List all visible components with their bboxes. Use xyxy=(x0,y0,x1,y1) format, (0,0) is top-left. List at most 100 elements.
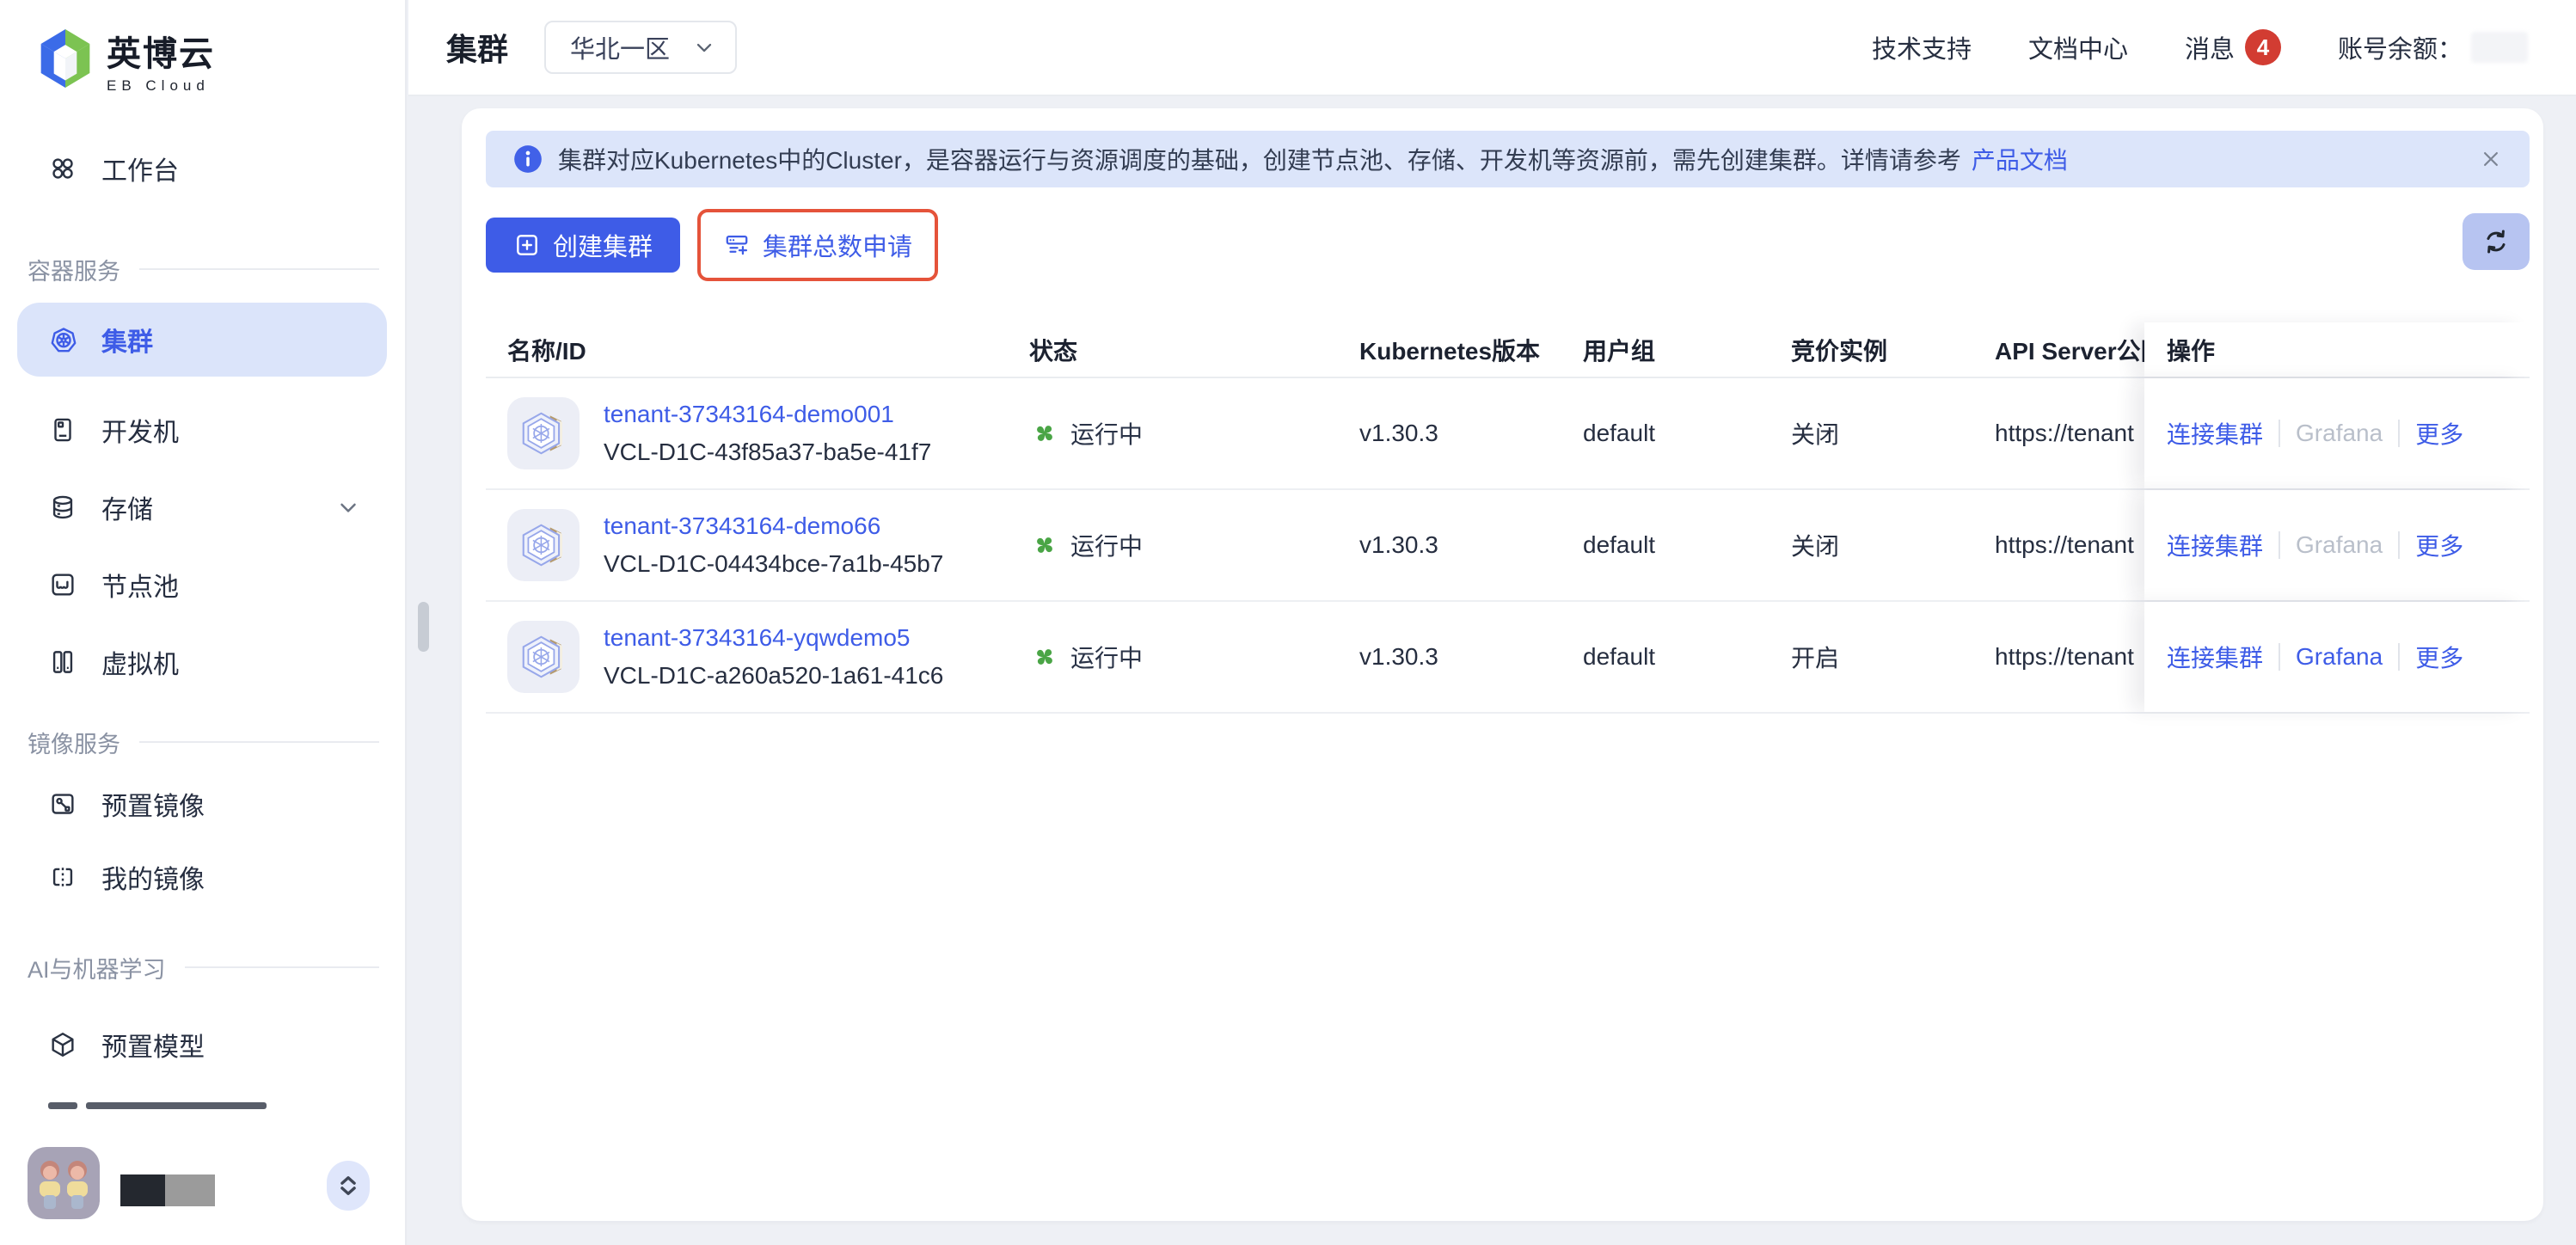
balance-value-redacted xyxy=(2471,32,2528,63)
k8s-version: v1.30.3 xyxy=(1359,643,1583,671)
action-separator xyxy=(2398,531,2400,559)
sidebar-item-my-image[interactable]: 我的镜像 xyxy=(17,853,387,901)
chevron-down-icon xyxy=(692,35,716,59)
messages-badge: 4 xyxy=(2245,29,2281,65)
vm-icon xyxy=(48,647,77,677)
grafana-link: Grafana xyxy=(2296,531,2383,559)
table-row: tenant-37343164-yqwdemo5 VCL-D1C-a260a52… xyxy=(486,602,2530,714)
page-title: 集群 xyxy=(446,25,508,70)
sidebar-item-vm[interactable]: 虚拟机 xyxy=(17,638,387,686)
region-select[interactable]: 华北一区 xyxy=(544,21,737,74)
refresh-icon xyxy=(2480,225,2512,258)
messages-link[interactable]: 消息 4 xyxy=(2185,29,2281,65)
avatar[interactable] xyxy=(28,1147,100,1219)
account-switcher-button[interactable] xyxy=(327,1161,370,1211)
table-header-row: 名称/ID 状态 Kubernetes版本 用户组 竞价实例 API Serve… xyxy=(486,322,2530,378)
sidebar-item-storage[interactable]: 存储 xyxy=(17,483,387,531)
docs-link[interactable]: 文档中心 xyxy=(2028,29,2128,65)
sidebar-item-label: 预置模型 xyxy=(101,1026,205,1064)
sidebar-section-container: 镜像服务 xyxy=(28,727,379,757)
section-divider xyxy=(185,966,379,968)
table-row: tenant-37343164-demo001 VCL-D1C-43f85a37… xyxy=(486,378,2530,490)
action-separator xyxy=(2398,643,2400,671)
support-link[interactable]: 技术支持 xyxy=(1872,29,1972,65)
toolbar: 创建集群 集群总数申请 xyxy=(486,209,938,281)
grafana-link[interactable]: Grafana xyxy=(2296,643,2383,671)
cluster-icon xyxy=(507,621,580,693)
action-separator xyxy=(2279,643,2280,671)
cluster-name-link[interactable]: tenant-37343164-yqwdemo5 xyxy=(604,624,910,652)
status-text: 运行中 xyxy=(1070,640,1143,674)
plus-square-icon xyxy=(513,231,541,259)
cluster-id: VCL-D1C-04434bce-7a1b-45b7 xyxy=(604,550,943,577)
banner-text: 集群对应Kubernetes中的Cluster，是容器运行与资源调度的基础，创建… xyxy=(558,142,1961,176)
col-header-version: Kubernetes版本 xyxy=(1359,333,1583,367)
cluster-icon xyxy=(507,509,580,581)
k8s-version: v1.30.3 xyxy=(1359,531,1583,559)
brand-name: 英博云 xyxy=(107,26,215,76)
preset-image-icon xyxy=(48,789,77,819)
messages-label: 消息 xyxy=(2185,29,2235,65)
spot-instance: 关闭 xyxy=(1791,416,1995,451)
sidebar-item-workbench[interactable]: 工作台 xyxy=(17,144,387,193)
region-select-value: 华北一区 xyxy=(570,29,670,65)
action-separator xyxy=(2279,531,2280,559)
sidebar-item-label: 节点池 xyxy=(101,566,179,604)
refresh-button[interactable] xyxy=(2463,213,2530,270)
sidebar-item-preset-image[interactable]: 预置镜像 xyxy=(17,780,387,828)
balance-label: 账号余额： xyxy=(2338,29,2463,65)
storage-icon xyxy=(48,493,77,522)
cluster-name-link[interactable]: tenant-37343164-demo001 xyxy=(604,401,894,428)
close-icon[interactable] xyxy=(2478,146,2504,172)
sidebar-item-preset-model[interactable]: 预置模型 xyxy=(17,1021,387,1069)
status-text: 运行中 xyxy=(1070,528,1143,562)
product-docs-link[interactable]: 产品文档 xyxy=(1972,142,2068,176)
connect-cluster-link[interactable]: 连接集群 xyxy=(2167,416,2263,451)
chevron-down-icon xyxy=(335,494,361,520)
sidebar-item-cluster[interactable]: 集群 xyxy=(17,303,387,377)
sidebar-item-node-pool[interactable]: 节点池 xyxy=(17,561,387,609)
cluster-id: VCL-D1C-43f85a37-ba5e-41f7 xyxy=(604,439,931,465)
spot-instance: 关闭 xyxy=(1791,528,1995,562)
info-icon xyxy=(512,143,544,175)
action-separator xyxy=(2279,420,2280,447)
balance: 账号余额： xyxy=(2338,29,2528,65)
preset-model-icon xyxy=(48,1030,77,1059)
sidebar-scrollbar-thumb[interactable] xyxy=(418,602,429,652)
cluster-name-link[interactable]: tenant-37343164-demo66 xyxy=(604,512,880,540)
section-title: 镜像服务 xyxy=(28,726,120,759)
server-plus-icon xyxy=(723,231,751,259)
cluster-quota-request-button[interactable]: 集群总数申请 xyxy=(706,218,929,273)
dev-machine-icon xyxy=(48,415,77,445)
more-link[interactable]: 更多 xyxy=(2415,640,2463,674)
spot-instance: 开启 xyxy=(1791,640,1995,674)
user-group: default xyxy=(1583,420,1791,447)
topbar-links: 技术支持 文档中心 消息 4 账号余额： xyxy=(1815,29,2528,65)
brand-logo: 英博云 EB Cloud xyxy=(36,26,215,95)
sidebar: 英博云 EB Cloud 工作台 容器服务 集群 xyxy=(0,0,407,1245)
kubernetes-icon xyxy=(48,325,77,354)
create-cluster-button[interactable]: 创建集群 xyxy=(486,218,680,273)
running-fan-icon xyxy=(1029,418,1060,449)
api-server-url: https://tenant xyxy=(1995,420,2144,447)
status-text: 运行中 xyxy=(1070,416,1143,451)
more-link[interactable]: 更多 xyxy=(2415,416,2463,451)
section-title: AI与机器学习 xyxy=(28,951,166,984)
table-row: tenant-37343164-demo66 VCL-D1C-04434bce-… xyxy=(486,490,2530,602)
create-cluster-label: 创建集群 xyxy=(553,227,653,263)
sidebar-item-label: 预置镜像 xyxy=(101,785,205,823)
topbar: 集群 华北一区 技术支持 文档中心 消息 4 账号余额： xyxy=(408,0,2576,96)
section-title: 容器服务 xyxy=(28,253,120,286)
sidebar-section-container: 容器服务 xyxy=(28,255,379,284)
cluster-quota-request-label: 集群总数申请 xyxy=(763,227,912,263)
sidebar-item-label: 存储 xyxy=(101,488,153,526)
connect-cluster-link[interactable]: 连接集群 xyxy=(2167,528,2263,562)
cluster-icon xyxy=(507,397,580,469)
col-header-spot: 竞价实例 xyxy=(1791,333,1995,367)
main-content-card: 集群对应Kubernetes中的Cluster，是容器运行与资源调度的基础，创建… xyxy=(462,108,2543,1221)
connect-cluster-link[interactable]: 连接集群 xyxy=(2167,640,2263,674)
running-fan-icon xyxy=(1029,641,1060,672)
user-panel xyxy=(0,1135,405,1245)
more-link[interactable]: 更多 xyxy=(2415,528,2463,562)
sidebar-item-dev-machine[interactable]: 开发机 xyxy=(17,406,387,454)
